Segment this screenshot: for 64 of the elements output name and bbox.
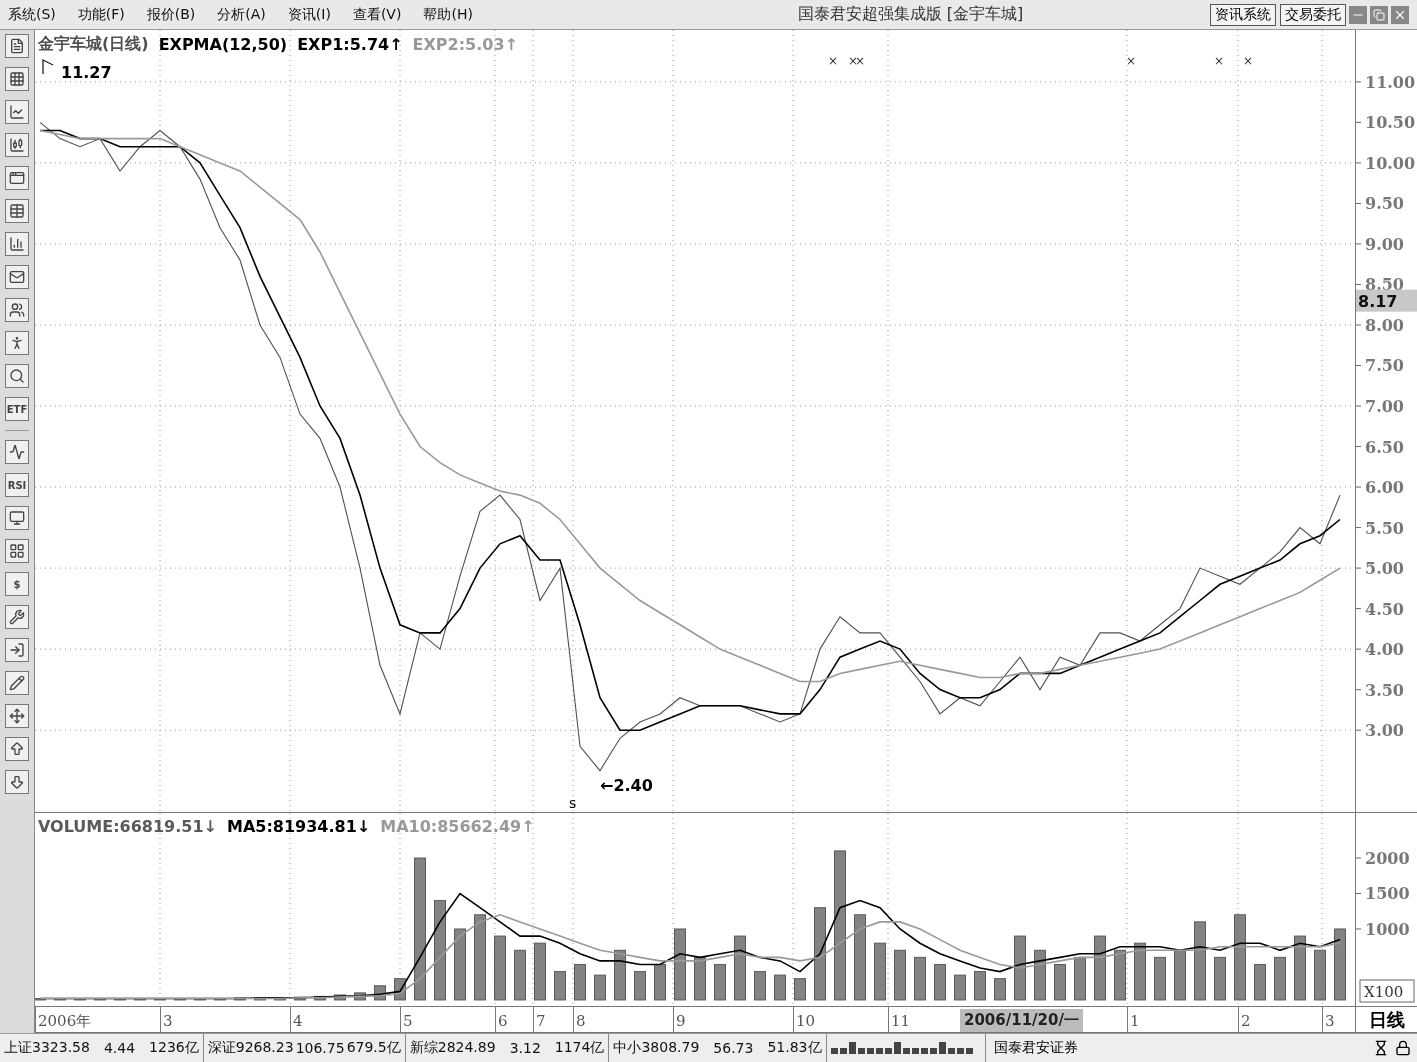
index-change: 56.73	[713, 1040, 754, 1056]
axis-label: 5.50	[1365, 518, 1404, 538]
axis-label: 3	[163, 1012, 173, 1030]
axis-label: 9.00	[1365, 234, 1404, 254]
legend-text: VOLUME:66819.51↓	[38, 817, 217, 836]
axis-label: 1	[1130, 1012, 1140, 1030]
axis-label: 6.50	[1365, 437, 1404, 457]
axis-label: 11.00	[1365, 72, 1416, 92]
axis-label: 10.00	[1365, 153, 1416, 173]
index-change: 3.12	[509, 1040, 541, 1056]
axis-label: 3	[1325, 1012, 1335, 1030]
index-change: 4.44	[103, 1040, 136, 1056]
unit-label: X100	[1359, 979, 1415, 1003]
index-change: 106.75	[295, 1040, 345, 1056]
axis-label: 4.00	[1365, 640, 1404, 660]
low-label: ←2.40	[600, 775, 653, 795]
axis-label: 2	[1241, 1012, 1251, 1030]
indicator-name: EXPMA(12,50)	[158, 35, 288, 54]
axis-label: 9.50	[1365, 194, 1404, 214]
axis-label: 5	[403, 1012, 413, 1030]
index-value: 新综2824.89	[409, 1039, 496, 1057]
axis-label: 6	[498, 1012, 508, 1030]
index-value: 上证3323.58	[4, 1039, 90, 1057]
price-tag: 8.17	[1356, 289, 1417, 312]
cross-mark: ×	[1126, 54, 1137, 68]
axis-label: 7.00	[1365, 397, 1404, 416]
axis-label: 2006年	[38, 1012, 92, 1031]
cross-mark: ×	[828, 54, 839, 68]
signal-mark: s	[569, 795, 577, 811]
high-label: 11.27	[61, 63, 112, 82]
axis-label: 4	[293, 1012, 303, 1030]
legend-text: MA5:81934.81↓	[227, 817, 371, 836]
axis-label: 8	[576, 1012, 586, 1030]
axis-label: 1500	[1365, 884, 1410, 904]
axis-label: 3.00	[1365, 721, 1404, 741]
axis-label: 6.00	[1365, 478, 1404, 498]
axis-label: 5.00	[1365, 559, 1404, 579]
cursor-date: 2006/11/20/一	[960, 1009, 1083, 1032]
index-amount: 1174亿	[554, 1039, 605, 1057]
axis-label: 2000	[1365, 849, 1410, 868]
axis-label: 7.50	[1365, 356, 1404, 376]
period-label: 日线	[1355, 1007, 1417, 1032]
broker-name: 国泰君安证券	[992, 1039, 1079, 1057]
axis-label: 10	[796, 1012, 816, 1030]
index-amount: 1236亿	[149, 1039, 199, 1057]
legend-text: MA10:85662.49↑	[380, 817, 535, 836]
index-amount: 679.5亿	[346, 1039, 401, 1057]
cross-mark: ×	[1214, 54, 1225, 68]
axis-label: 9	[676, 1012, 686, 1030]
legend-text: EXP2:5.03↑	[412, 35, 518, 54]
index-value: 深证9268.23	[207, 1039, 294, 1057]
index-value: 中小3808.79	[613, 1039, 700, 1057]
axis-label: 10.50	[1365, 113, 1416, 133]
cross-mark: ×	[1243, 54, 1254, 68]
axis-label: 1000	[1365, 920, 1410, 939]
legend-text: 金宇车城(日线)	[38, 34, 149, 55]
window-title: 国泰君安超强集成版 [金宇车城]	[796, 4, 1025, 25]
axis-label: 4.50	[1365, 599, 1404, 619]
legend-text: EXP1:5.74↑	[297, 35, 403, 54]
axis-label: 7	[536, 1012, 546, 1030]
axis-label: 3.50	[1365, 680, 1404, 700]
axis-label: 11	[891, 1012, 911, 1030]
axis-label: 8.00	[1365, 315, 1404, 335]
index-amount: 51.83亿	[767, 1039, 822, 1057]
